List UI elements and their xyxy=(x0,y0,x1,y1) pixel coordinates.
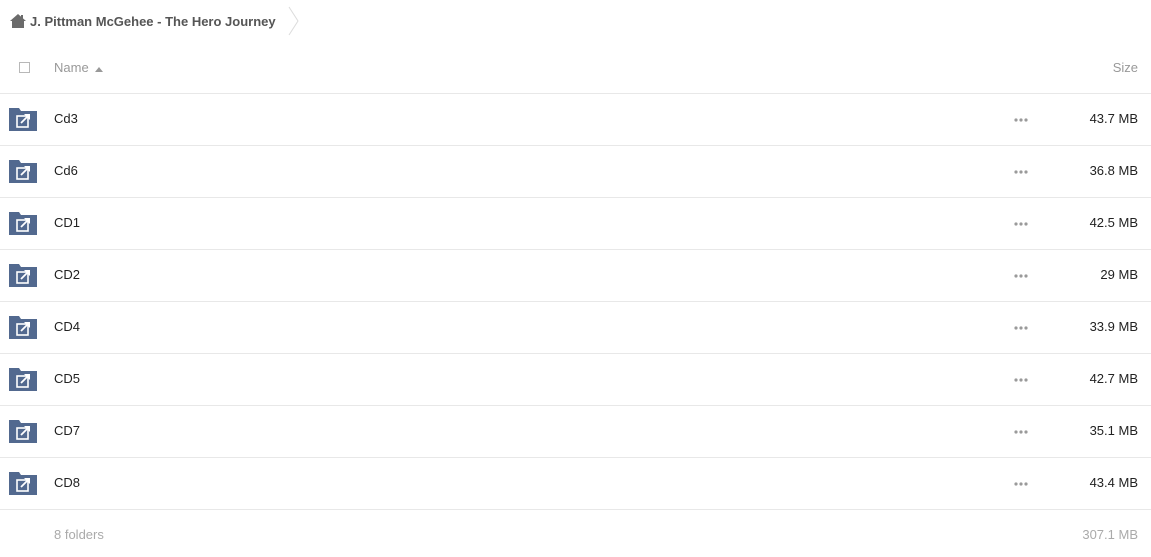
summary-footer: 8 folders 307.1 MB xyxy=(0,527,1151,547)
folder-name[interactable]: CD4 xyxy=(54,319,80,334)
shared-folder-icon xyxy=(9,471,37,500)
breadcrumb: J. Pittman McGehee - The Hero Journey xyxy=(0,0,1151,42)
folder-size: 43.7 MB xyxy=(1089,111,1138,126)
home-icon[interactable] xyxy=(10,14,26,28)
name-column-header[interactable]: Name xyxy=(54,60,103,75)
folder-name[interactable]: CD7 xyxy=(54,423,80,438)
more-options-icon[interactable] xyxy=(1012,474,1030,494)
shared-folder-icon xyxy=(9,263,37,292)
table-header: Name Size xyxy=(0,42,1151,94)
folder-size: 33.9 MB xyxy=(1089,319,1138,334)
sort-ascending-icon xyxy=(94,60,103,75)
breadcrumb-separator-icon xyxy=(288,0,300,42)
folder-name[interactable]: Cd3 xyxy=(54,111,78,126)
table-row[interactable]: Cd3 43.7 MB xyxy=(0,94,1151,146)
breadcrumb-current-folder[interactable]: J. Pittman McGehee - The Hero Journey xyxy=(30,14,276,29)
table-row[interactable]: CD2 29 MB xyxy=(0,250,1151,302)
size-column-header[interactable]: Size xyxy=(1113,60,1138,75)
table-row[interactable]: CD1 42.5 MB xyxy=(0,198,1151,250)
shared-folder-icon xyxy=(9,159,37,188)
folder-size: 29 MB xyxy=(1100,267,1138,282)
shared-folder-icon xyxy=(9,107,37,136)
file-list: Cd3 43.7 MB Cd6 36.8 MB CD1 42.5 MB CD2 29 MB CD… xyxy=(0,94,1151,510)
folder-size: 35.1 MB xyxy=(1089,423,1138,438)
name-header-label: Name xyxy=(54,60,89,75)
more-options-icon[interactable] xyxy=(1012,318,1030,338)
table-row[interactable]: CD4 33.9 MB xyxy=(0,302,1151,354)
table-row[interactable]: CD5 42.7 MB xyxy=(0,354,1151,406)
shared-folder-icon xyxy=(9,211,37,240)
table-row[interactable]: Cd6 36.8 MB xyxy=(0,146,1151,198)
folder-name[interactable]: CD1 xyxy=(54,215,80,230)
folder-size: 42.5 MB xyxy=(1089,215,1138,230)
more-options-icon[interactable] xyxy=(1012,162,1030,182)
folder-name[interactable]: Cd6 xyxy=(54,163,78,178)
folder-size: 36.8 MB xyxy=(1089,163,1138,178)
more-options-icon[interactable] xyxy=(1012,214,1030,234)
shared-folder-icon xyxy=(9,367,37,396)
more-options-icon[interactable] xyxy=(1012,110,1030,130)
total-size: 307.1 MB xyxy=(1082,527,1138,542)
more-options-icon[interactable] xyxy=(1012,422,1030,442)
more-options-icon[interactable] xyxy=(1012,370,1030,390)
folder-name[interactable]: CD5 xyxy=(54,371,80,386)
folder-name[interactable]: CD8 xyxy=(54,475,80,490)
table-row[interactable]: CD8 43.4 MB xyxy=(0,458,1151,510)
table-row[interactable]: CD7 35.1 MB xyxy=(0,406,1151,458)
shared-folder-icon xyxy=(9,315,37,344)
more-options-icon[interactable] xyxy=(1012,266,1030,286)
shared-folder-icon xyxy=(9,419,37,448)
folder-name[interactable]: CD2 xyxy=(54,267,80,282)
select-all-checkbox[interactable] xyxy=(19,62,30,73)
breadcrumb-home[interactable]: J. Pittman McGehee - The Hero Journey xyxy=(0,0,276,42)
folder-count: 8 folders xyxy=(54,527,104,542)
folder-size: 43.4 MB xyxy=(1089,475,1138,490)
folder-size: 42.7 MB xyxy=(1089,371,1138,386)
